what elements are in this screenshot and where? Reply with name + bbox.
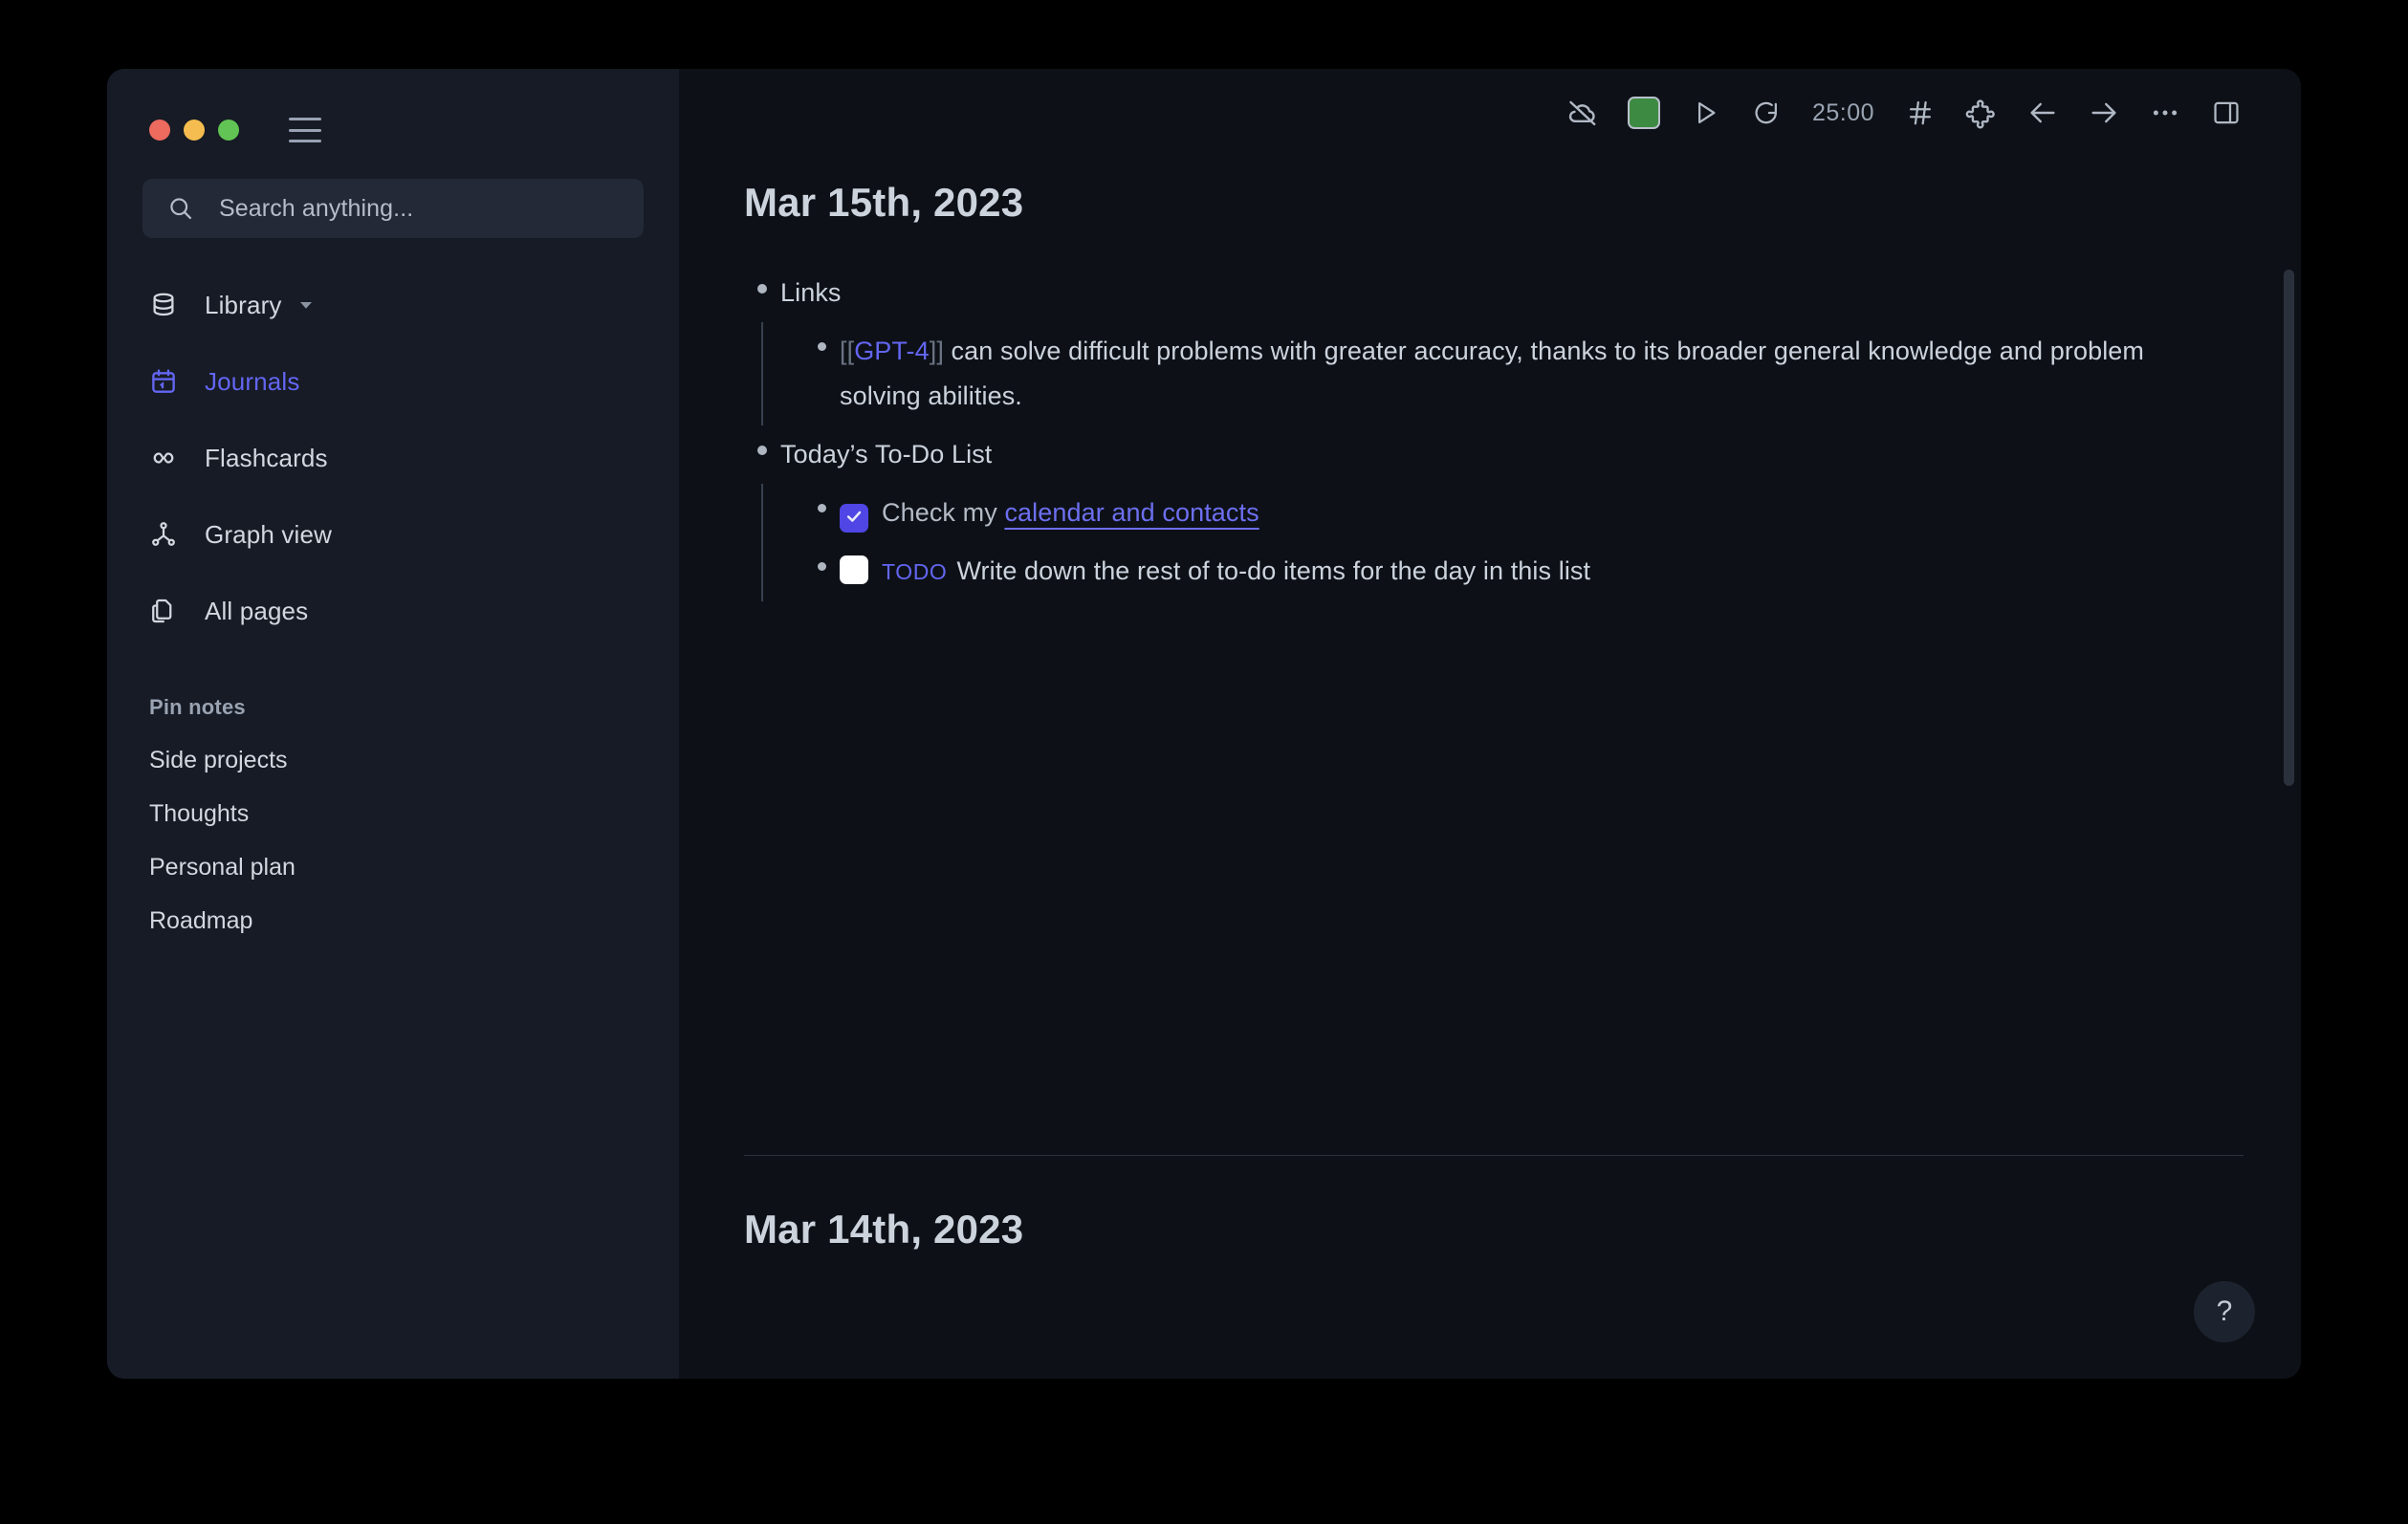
search-placeholder: Search anything... xyxy=(219,195,413,223)
hamburger-menu-icon[interactable] xyxy=(289,118,321,142)
main-content: 25:00 xyxy=(679,69,2301,1379)
close-window-button[interactable] xyxy=(149,120,170,141)
block-text[interactable]: Check my calendar and contacts xyxy=(840,490,1259,535)
bullet-icon[interactable] xyxy=(818,504,826,512)
pages-copy-icon xyxy=(149,597,193,625)
checkbox-checked[interactable] xyxy=(840,504,868,533)
checkbox-unchecked[interactable] xyxy=(840,555,868,584)
play-icon[interactable] xyxy=(1675,82,1736,143)
sidebar-item-all-pages[interactable]: All pages xyxy=(107,573,679,649)
help-button[interactable]: ? xyxy=(2194,1281,2255,1342)
todo-body-text: Write down the rest of to-do items for t… xyxy=(956,556,1590,585)
graph-node-icon xyxy=(149,520,193,549)
reset-timer-icon[interactable] xyxy=(1736,82,1797,143)
wikilink-open-bracket: [[ xyxy=(840,337,854,365)
wikilink-close-bracket: ]] xyxy=(930,337,944,365)
pin-note-item[interactable]: Roadmap xyxy=(107,894,679,947)
block-text[interactable]: TODO Write down the rest of to-do items f… xyxy=(840,549,1590,595)
journal-feed: Mar 15th, 2023 Links [[GPT-4]] can solve… xyxy=(679,157,2301,1379)
pin-note-item[interactable]: Side projects xyxy=(107,733,679,787)
journal-divider xyxy=(744,1155,2244,1156)
search-icon xyxy=(167,195,194,222)
arrow-right-icon[interactable] xyxy=(2073,82,2134,143)
sidebar-item-journals[interactable]: Journals xyxy=(107,343,679,420)
green-square-icon[interactable] xyxy=(1613,82,1675,143)
bullet-icon[interactable] xyxy=(818,342,826,351)
calendar-icon xyxy=(149,367,193,396)
sidebar-item-label: All pages xyxy=(205,597,308,626)
sidebar: Search anything... Library xyxy=(107,69,679,1379)
inline-link-calendar-contacts[interactable]: calendar and contacts xyxy=(1004,498,1259,527)
maximize-window-button[interactable] xyxy=(218,120,239,141)
bullet-icon[interactable] xyxy=(818,562,826,571)
outline-root: Links [[GPT-4]] can solve difficult prob… xyxy=(679,264,2301,601)
sidebar-item-label: Library xyxy=(205,291,282,320)
pomodoro-timer[interactable]: 25:00 xyxy=(1797,99,1890,127)
outline-block: Today’s To-Do List xyxy=(744,425,2301,601)
sidebar-item-label: Journals xyxy=(205,367,299,397)
bullet-icon[interactable] xyxy=(757,446,767,455)
minimize-window-button[interactable] xyxy=(184,120,205,141)
toggle-right-sidebar-icon[interactable] xyxy=(2196,82,2257,143)
vertical-scrollbar[interactable] xyxy=(2284,270,2294,786)
outline-children: [[GPT-4]] can solve difficult problems w… xyxy=(761,322,2301,425)
chevron-down-icon[interactable] xyxy=(297,296,315,314)
journal-date-title: Mar 14th, 2023 xyxy=(679,1207,1023,1252)
sidebar-item-label: Graph view xyxy=(205,520,332,550)
cloud-off-icon[interactable] xyxy=(1552,82,1613,143)
check-icon xyxy=(844,495,864,540)
sidebar-item-flashcards[interactable]: Flashcards xyxy=(107,420,679,496)
pin-notes-header: Pin notes xyxy=(107,695,679,720)
todo-marker[interactable]: TODO xyxy=(882,559,947,584)
bullet-icon[interactable] xyxy=(757,284,767,294)
infinity-icon xyxy=(149,444,193,472)
outline-children: Check my calendar and contacts TODO Write… xyxy=(761,484,2301,601)
window-controls xyxy=(107,69,679,157)
sidebar-item-graph-view[interactable]: Graph view xyxy=(107,496,679,573)
database-icon xyxy=(149,291,193,319)
block-body-text: can solve difficult problems with greate… xyxy=(840,337,2144,410)
todo-prefix-text: Check my xyxy=(882,498,1004,527)
block-text[interactable]: [[GPT-4]] can solve difficult problems w… xyxy=(840,329,2198,419)
pin-notes-list: Side projects Thoughts Personal plan Roa… xyxy=(107,733,679,947)
pin-note-item[interactable]: Personal plan xyxy=(107,840,679,894)
sidebar-item-library[interactable]: Library xyxy=(107,267,679,343)
wikilink-gpt4[interactable]: GPT-4 xyxy=(854,337,930,365)
pin-note-item[interactable]: Thoughts xyxy=(107,787,679,840)
block-text[interactable]: Today’s To-Do List xyxy=(780,432,992,477)
block-text[interactable]: Links xyxy=(780,271,842,316)
journal-date-title: Mar 15th, 2023 xyxy=(679,180,2301,226)
more-options-icon[interactable] xyxy=(2134,82,2196,143)
outline-block: Links [[GPT-4]] can solve difficult prob… xyxy=(744,264,2301,425)
app-window: Search anything... Library xyxy=(107,69,2301,1379)
hash-icon[interactable] xyxy=(1890,82,1951,143)
top-toolbar: 25:00 xyxy=(679,69,2301,157)
arrow-left-icon[interactable] xyxy=(2012,82,2073,143)
sidebar-nav: Library Journals xyxy=(107,267,679,649)
puzzle-plugin-icon[interactable] xyxy=(1951,82,2012,143)
sidebar-item-label: Flashcards xyxy=(205,444,328,473)
search-input[interactable]: Search anything... xyxy=(142,179,644,238)
